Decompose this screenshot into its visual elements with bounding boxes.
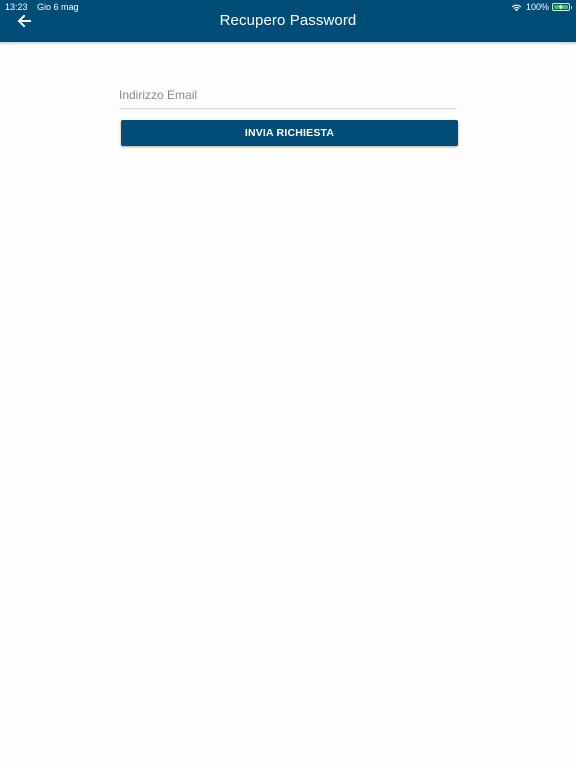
battery-icon (552, 3, 572, 11)
app-screen: 13:23 Gio 6 mag 100% Recupero Password I… (0, 0, 576, 768)
email-field-container (119, 84, 457, 109)
navigation-bar: 13:23 Gio 6 mag 100% Recupero Password (0, 0, 576, 42)
charging-bolt-icon (558, 4, 563, 10)
battery-cap (570, 6, 572, 9)
wifi-icon (511, 4, 522, 11)
email-input[interactable] (119, 84, 457, 106)
send-request-button[interactable]: INVIA RICHIESTA (121, 120, 458, 146)
page-title: Recupero Password (219, 12, 357, 29)
